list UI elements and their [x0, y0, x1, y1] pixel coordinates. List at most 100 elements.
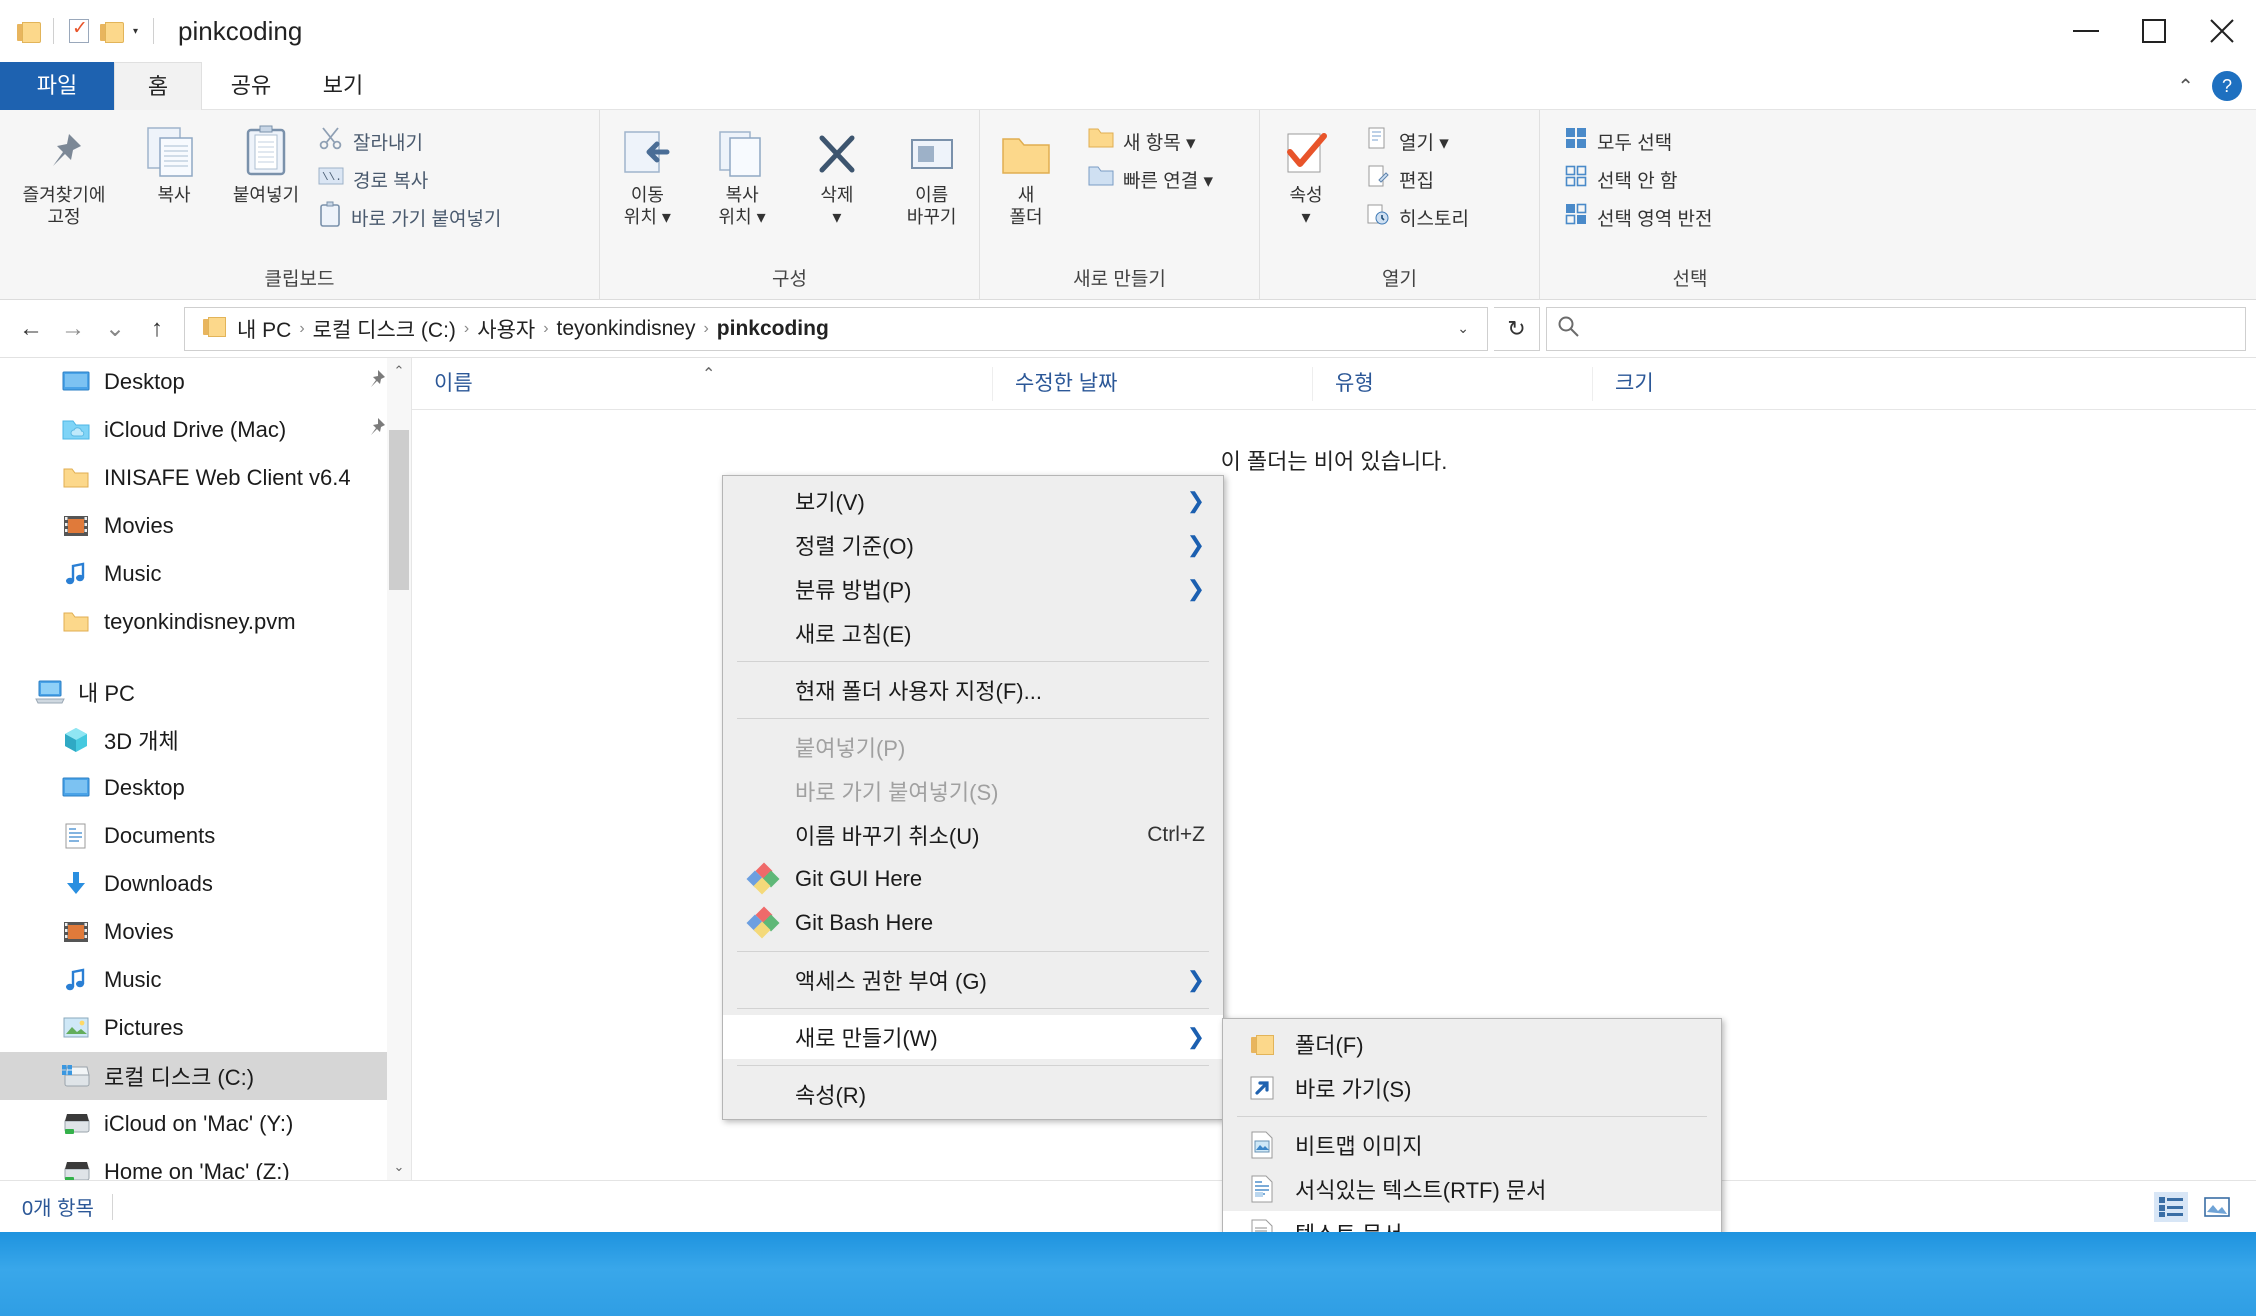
context-menu[interactable]: 보기(V) ❯ 정렬 기준(O) ❯ 분류 방법(P) ❯ 새로 고침(E) 현재 폴더 사용…: [722, 475, 1224, 1120]
chevron-down-icon[interactable]: ▾: [129, 26, 142, 37]
breadcrumb-item-2[interactable]: 사용자: [471, 314, 541, 344]
maximize-button[interactable]: [2120, 0, 2188, 62]
close-button[interactable]: [2188, 0, 2256, 62]
breadcrumb-item-3[interactable]: teyonkindisney: [551, 317, 702, 341]
large-icons-view-icon[interactable]: [2200, 1192, 2234, 1222]
menu-item-새로-고침-e-[interactable]: 새로 고침(E): [723, 611, 1223, 655]
pin-icon[interactable]: [365, 368, 387, 396]
window-controls: [2052, 0, 2256, 62]
menu-item-바로-가기-s-[interactable]: 바로 가기(S): [1223, 1066, 1721, 1110]
sidebar-item-3d-개체[interactable]: 3D 개체: [0, 716, 411, 764]
paste-shortcut-button[interactable]: 바로 가기 붙여넣기: [312, 200, 507, 234]
properties-icon: [1280, 120, 1332, 178]
breadcrumb-separator[interactable]: ›: [541, 320, 550, 338]
documents-icon: [60, 821, 92, 851]
sidebar-item-inisafe-web-client-v6-4[interactable]: INISAFE Web Client v6.4: [0, 454, 411, 502]
sidebar-item-icloud-on-mac-y-[interactable]: iCloud on 'Mac' (Y:): [0, 1100, 411, 1148]
sidebar-item-downloads[interactable]: Downloads: [0, 860, 411, 908]
properties-quick-icon[interactable]: [65, 17, 93, 45]
refresh-button[interactable]: ↻: [1494, 306, 1540, 351]
select-all-button[interactable]: 모두 선택: [1558, 124, 1718, 158]
properties-button[interactable]: 속성 ▾: [1260, 120, 1352, 228]
copy-to-button[interactable]: 복사 위치 ▾: [696, 120, 788, 228]
history-button[interactable]: 히스토리: [1360, 200, 1475, 234]
menu-item-label: 새로 만들기(W): [795, 1026, 938, 1051]
minimize-button[interactable]: [2052, 0, 2120, 62]
tab-home[interactable]: 홈: [114, 62, 202, 110]
sidebar-item-pictures[interactable]: Pictures: [0, 1004, 411, 1052]
tab-file[interactable]: 파일: [0, 62, 114, 110]
menu-item-git-gui-here[interactable]: Git GUI Here: [723, 857, 1223, 901]
pin-icon[interactable]: [365, 416, 387, 444]
sidebar-item-home-on-mac-z-[interactable]: Home on 'Mac' (Z:): [0, 1148, 411, 1180]
forward-button[interactable]: →: [52, 308, 94, 350]
menu-item-속성-r-[interactable]: 속성(R): [723, 1072, 1223, 1116]
sidebar-item-icloud-drive-mac-[interactable]: iCloud Drive (Mac): [0, 406, 411, 454]
taskbar[interactable]: [0, 1232, 2256, 1316]
breadcrumb-item-1[interactable]: 로컬 디스크 (C:): [307, 314, 462, 344]
paste-button[interactable]: 붙여넣기: [220, 120, 312, 206]
sidebar-item-teyonkindisney-pvm[interactable]: teyonkindisney.pvm: [0, 598, 411, 646]
menu-item-이름-바꾸기-취소-u-[interactable]: 이름 바꾸기 취소(U) Ctrl+Z: [723, 813, 1223, 857]
invert-selection-button[interactable]: 선택 영역 반전: [1558, 200, 1718, 234]
collapse-ribbon-icon[interactable]: ⌃: [2177, 74, 2194, 99]
help-icon[interactable]: ?: [2212, 71, 2242, 101]
sidebar-item-music[interactable]: Music: [0, 956, 411, 1004]
sidebar-item-music[interactable]: Music: [0, 550, 411, 598]
menu-item-서식있는-텍스트-rtf-문서[interactable]: 서식있는 텍스트(RTF) 문서: [1223, 1167, 1721, 1211]
new-folder-button[interactable]: 새 폴더: [980, 120, 1072, 228]
breadcrumb-separator[interactable]: ›: [297, 320, 306, 338]
nav-scrollbar-thumb[interactable]: [389, 430, 409, 590]
sidebar-item-documents[interactable]: Documents: [0, 812, 411, 860]
breadcrumb-item-4[interactable]: pinkcoding: [711, 317, 835, 341]
breadcrumb[interactable]: 내 PC › 로컬 디스크 (C:) › 사용자 › teyonkindisne…: [184, 306, 1488, 351]
breadcrumb-separator[interactable]: ›: [462, 320, 471, 338]
back-button[interactable]: ←: [10, 308, 52, 350]
breadcrumb-item-0[interactable]: 내 PC: [231, 314, 297, 344]
paste-shortcut-icon: [318, 201, 342, 233]
menu-item-현재-폴더-사용자-지정-f-[interactable]: 현재 폴더 사용자 지정(F)...: [723, 668, 1223, 712]
menu-item-새로-만들기-w-[interactable]: 새로 만들기(W) ❯: [723, 1015, 1223, 1059]
tab-view[interactable]: 보기: [300, 62, 386, 110]
easy-access-label: 빠른 연결 ▾: [1123, 170, 1214, 192]
sidebar-item-movies[interactable]: Movies: [0, 908, 411, 956]
sidebar-item-내-pc[interactable]: 내 PC: [0, 668, 411, 716]
menu-item-폴더-f-[interactable]: 폴더(F): [1223, 1022, 1721, 1066]
sidebar-item-desktop[interactable]: Desktop: [0, 764, 411, 812]
menu-item-비트맵-이미지[interactable]: 비트맵 이미지: [1223, 1123, 1721, 1167]
rename-button[interactable]: 이름 바꾸기: [886, 120, 978, 228]
menu-item-액세스-권한-부여-g-[interactable]: 액세스 권한 부여 (G) ❯: [723, 958, 1223, 1002]
search-input[interactable]: [1546, 306, 2246, 351]
delete-button[interactable]: 삭제 ▾: [791, 120, 883, 228]
recent-locations-button[interactable]: ⌄: [94, 308, 136, 350]
scroll-down-icon[interactable]: ⌄: [387, 1154, 411, 1180]
menu-item-정렬-기준-o-[interactable]: 정렬 기준(O) ❯: [723, 523, 1223, 567]
easy-access-button[interactable]: 빠른 연결 ▾: [1082, 162, 1219, 196]
nav-scrollbar[interactable]: ⌃ ⌄: [387, 358, 411, 1180]
select-none-button[interactable]: 선택 안 함: [1558, 162, 1718, 196]
sidebar-item-desktop[interactable]: Desktop: [0, 358, 411, 406]
new-folder-quick-icon[interactable]: [97, 17, 125, 45]
copy-path-button[interactable]: \\.. 경로 복사: [312, 162, 507, 196]
menu-item-분류-방법-p-[interactable]: 분류 방법(P) ❯: [723, 567, 1223, 611]
scroll-up-icon[interactable]: ⌃: [387, 358, 411, 384]
column-header-date[interactable]: 수정한 날짜: [992, 366, 1312, 401]
menu-item-보기-v-[interactable]: 보기(V) ❯: [723, 479, 1223, 523]
pin-to-quick-access-button[interactable]: 즐겨찾기에 고정: [0, 120, 128, 228]
edit-button[interactable]: 편집: [1360, 162, 1475, 196]
tab-share[interactable]: 공유: [202, 62, 300, 110]
details-view-icon[interactable]: [2154, 1191, 2188, 1222]
sidebar-item-로컬-디스크-c-[interactable]: 로컬 디스크 (C:): [0, 1052, 411, 1100]
sidebar-item-movies[interactable]: Movies: [0, 502, 411, 550]
cut-button[interactable]: 잘라내기: [312, 124, 507, 158]
column-header-type[interactable]: 유형: [1312, 366, 1592, 401]
menu-item-git-bash-here[interactable]: Git Bash Here: [723, 901, 1223, 945]
column-header-size[interactable]: 크기: [1592, 366, 1842, 401]
breadcrumb-dropdown-icon[interactable]: ⌄: [1445, 320, 1481, 337]
breadcrumb-separator[interactable]: ›: [701, 320, 710, 338]
open-button[interactable]: 열기 ▾: [1360, 124, 1475, 158]
copy-button[interactable]: 복사: [128, 120, 220, 206]
up-button[interactable]: ↑: [136, 308, 178, 350]
move-to-button[interactable]: 이동 위치 ▾: [601, 120, 693, 228]
new-item-button[interactable]: 새 항목 ▾: [1082, 124, 1219, 158]
